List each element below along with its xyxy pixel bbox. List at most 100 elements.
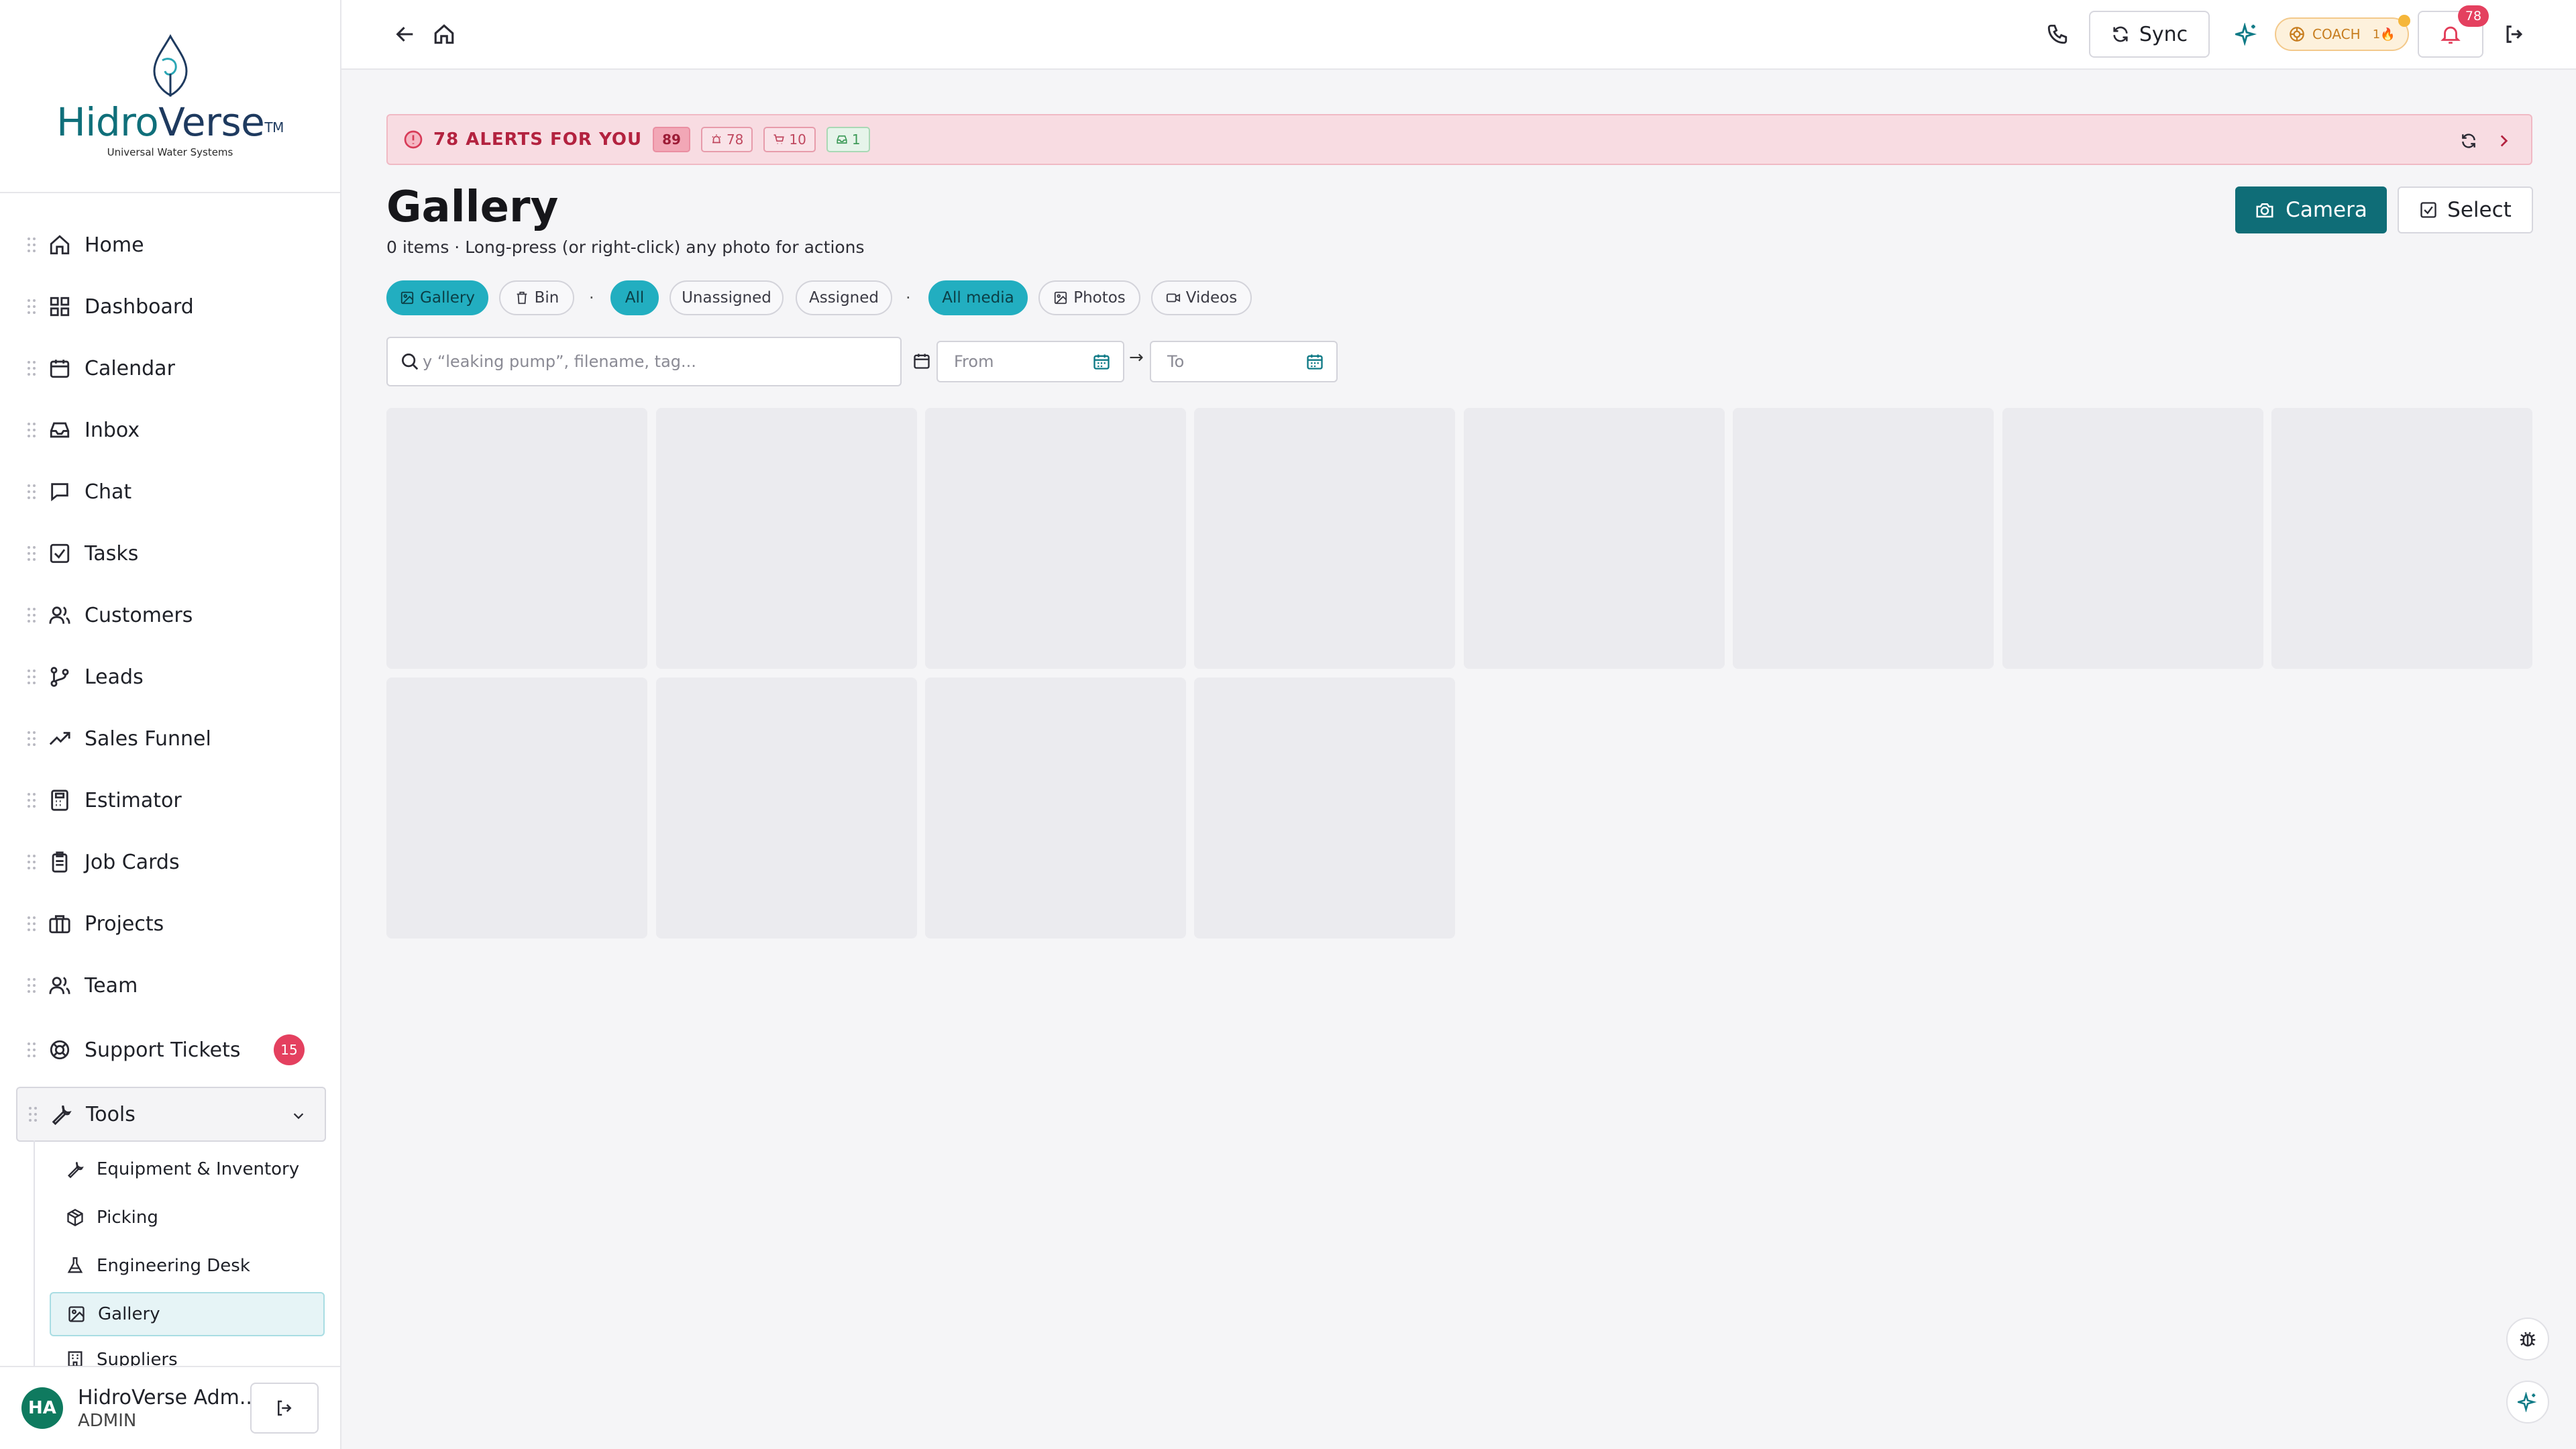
sparkles-icon — [2518, 1392, 2537, 1412]
drag-handle-icon[interactable] — [27, 360, 36, 377]
drag-handle-icon[interactable] — [27, 730, 36, 747]
filter-all-chip[interactable]: All — [610, 280, 659, 315]
alerts-banner[interactable]: 78 ALERTS FOR YOU 89 78 10 1 — [386, 114, 2532, 165]
home-icon[interactable] — [433, 23, 455, 46]
coach-streak: 1🔥 — [2372, 27, 2396, 42]
sidebar-subitem-gallery[interactable]: Gallery — [50, 1292, 325, 1336]
drag-handle-icon[interactable] — [27, 915, 36, 932]
sidebar-item-label: Projects — [85, 912, 164, 936]
inbox-icon — [50, 422, 70, 438]
sidebar-item-dashboard[interactable]: Dashboard — [16, 279, 325, 334]
logout-icon — [278, 1400, 292, 1416]
home-icon — [50, 235, 70, 255]
alerts-critical-count: 78 — [726, 131, 744, 148]
date-to-input[interactable]: To — [1150, 341, 1338, 382]
drag-handle-icon[interactable] — [27, 421, 36, 439]
drag-handle-icon[interactable] — [28, 1106, 38, 1123]
filter-all-media-label: All media — [942, 289, 1014, 307]
filter-all-label: All — [625, 289, 645, 307]
gallery-tile-placeholder — [386, 678, 647, 938]
sidebar-item-sales-funnel[interactable]: Sales Funnel — [16, 711, 325, 766]
sidebar-item-label: Customers — [85, 603, 193, 627]
drag-handle-icon[interactable] — [27, 668, 36, 686]
sidebar-subitem-suppliers[interactable]: Suppliers — [50, 1340, 325, 1367]
gallery-tile-placeholder — [2271, 408, 2532, 669]
page-subtitle: 0 items · Long-press (or right-click) an… — [386, 237, 865, 257]
drag-handle-icon[interactable] — [27, 977, 36, 994]
coach-lifebuoy-icon — [2290, 27, 2304, 42]
camera-button[interactable]: Camera — [2235, 186, 2387, 233]
tasks-icon — [50, 543, 70, 564]
alerts-cart-chip[interactable]: 10 — [763, 127, 816, 152]
calendar-icon[interactable] — [1305, 352, 1324, 371]
sidebar-item-estimator[interactable]: Estimator — [16, 773, 325, 828]
drag-handle-icon[interactable] — [27, 298, 36, 315]
gallery-tile-placeholder — [656, 408, 917, 669]
sidebar-item-calendar[interactable]: Calendar — [16, 341, 325, 396]
ai-assistant-button[interactable] — [2506, 1381, 2549, 1424]
filter-videos-chip[interactable]: Videos — [1151, 280, 1252, 315]
filter-photos-chip[interactable]: Photos — [1038, 280, 1140, 315]
chevron-down-icon[interactable] — [291, 1108, 306, 1123]
chevron-right-icon[interactable] — [2495, 132, 2512, 150]
filter-gallery-chip[interactable]: Gallery — [386, 280, 488, 315]
sidebar-logout-button[interactable] — [250, 1383, 319, 1434]
sync-button[interactable]: Sync — [2089, 11, 2210, 58]
filter-bin-chip[interactable]: Bin — [499, 280, 574, 315]
drag-handle-icon[interactable] — [27, 1041, 36, 1059]
gallery-tile-placeholder — [925, 408, 1186, 669]
sidebar-item-chat[interactable]: Chat — [16, 464, 325, 519]
sidebar-item-home[interactable]: Home — [16, 217, 325, 272]
drag-handle-icon[interactable] — [27, 853, 36, 871]
back-arrow-icon[interactable] — [394, 23, 417, 46]
sidebar-subitem-picking[interactable]: Picking — [50, 1195, 325, 1240]
wrench-icon — [68, 1162, 84, 1179]
avatar[interactable]: HA — [21, 1387, 63, 1429]
sidebar-item-tasks[interactable]: Tasks — [16, 526, 325, 581]
bell-icon — [2440, 26, 2461, 44]
select-button[interactable]: Select — [2398, 186, 2533, 233]
filter-all-media-chip[interactable]: All media — [928, 280, 1028, 315]
brand-logo[interactable]: HidroVerseTM Universal Water Systems — [0, 0, 340, 193]
sidebar-item-job-cards[interactable]: Job Cards — [16, 835, 325, 890]
bug-report-button[interactable] — [2506, 1318, 2549, 1360]
sidebar-item-customers[interactable]: Customers — [16, 588, 325, 643]
lifebuoy-icon — [50, 1040, 70, 1060]
date-from-input[interactable]: From — [936, 341, 1124, 382]
coach-button[interactable]: COACH 1🔥 — [2275, 15, 2410, 51]
sidebar-item-leads[interactable]: Leads — [16, 649, 325, 704]
sidebar-item-label: Tasks — [85, 541, 139, 566]
alerts-critical-chip[interactable]: 78 — [700, 127, 753, 152]
alerts-total-chip[interactable]: 89 — [653, 127, 690, 152]
drag-handle-icon[interactable] — [27, 545, 36, 562]
filter-separator: · — [906, 288, 911, 307]
calendar-icon[interactable] — [1092, 352, 1111, 371]
video-icon — [1166, 293, 1180, 303]
refresh-icon[interactable] — [2460, 132, 2477, 150]
refresh-icon — [2113, 26, 2128, 42]
sidebar-item-inbox[interactable]: Inbox — [16, 402, 325, 458]
drag-handle-icon[interactable] — [27, 236, 36, 254]
sidebar-subitem-equipment[interactable]: Equipment & Inventory — [50, 1147, 325, 1191]
phone-icon[interactable] — [2046, 23, 2069, 46]
logout-icon[interactable] — [2503, 23, 2526, 46]
customers-icon — [49, 606, 70, 624]
filter-unassigned-chip[interactable]: Unassigned — [669, 280, 784, 315]
filter-assigned-chip[interactable]: Assigned — [796, 280, 892, 315]
sidebar-item-team[interactable]: Team — [16, 958, 325, 1013]
sidebar-item-tools[interactable]: Tools — [16, 1087, 326, 1142]
sidebar-item-support-tickets[interactable]: Support Tickets 15 — [16, 1022, 325, 1077]
sidebar-subitem-engineering-desk[interactable]: Engineering Desk — [50, 1244, 325, 1288]
drag-handle-icon[interactable] — [27, 483, 36, 500]
drag-handle-icon[interactable] — [27, 792, 36, 809]
drag-handle-icon[interactable] — [27, 606, 36, 624]
sparkles-icon[interactable] — [2235, 23, 2258, 46]
calendar-icon[interactable] — [912, 352, 931, 370]
search-input[interactable]: y “leaking pump”, filename, tag... — [386, 337, 902, 386]
top-bar: Sync COACH 1🔥 78 — [341, 0, 2576, 70]
alerts-inbox-chip[interactable]: 1 — [826, 127, 870, 152]
brand-name-part2: Verse — [158, 99, 265, 145]
sidebar-item-projects[interactable]: Projects — [16, 896, 325, 951]
calculator-icon — [51, 790, 68, 811]
trending-up-icon — [49, 732, 70, 745]
